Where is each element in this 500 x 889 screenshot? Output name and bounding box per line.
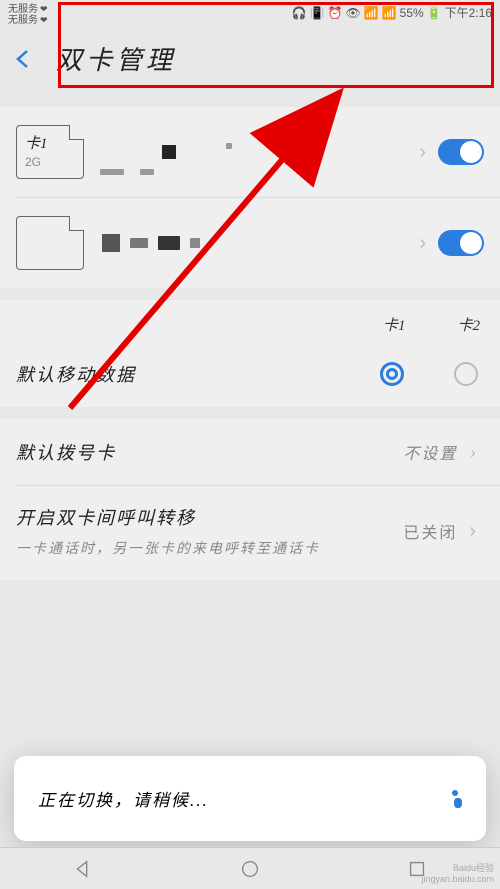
default-data-section: 卡1 卡2 默认移动数据 xyxy=(0,300,500,407)
chevron-right-icon: › xyxy=(419,232,426,255)
heart-icon: ❤ xyxy=(40,5,48,15)
default-dial-label: 默认拨号卡 xyxy=(16,439,403,465)
default-data-card2-radio[interactable] xyxy=(454,362,478,386)
headphones-icon: 🎧 xyxy=(292,6,307,20)
card1-header: 卡1 xyxy=(383,314,406,335)
call-forward-title: 开启双卡间呼叫转移 xyxy=(16,504,403,530)
default-dial-section: 默认拨号卡 不设置 › 开启双卡间呼叫转移 一卡通话时，另一张卡的来电呼转至通话… xyxy=(0,419,500,580)
spinner-icon xyxy=(444,790,462,808)
sim-column-headers: 卡1 卡2 xyxy=(0,300,500,341)
heart-icon: ❤ xyxy=(40,16,48,26)
chevron-right-icon: › xyxy=(419,141,426,164)
default-mobile-data-row: 默认移动数据 xyxy=(0,341,500,407)
wifi-icon: 📶 xyxy=(364,6,379,20)
sim2-info xyxy=(102,234,411,252)
nav-home-icon[interactable] xyxy=(239,858,261,880)
sim2-card-icon xyxy=(16,216,84,270)
call-forward-row[interactable]: 开启双卡间呼叫转移 一卡通话时，另一张卡的来电呼转至通话卡 已关闭 › xyxy=(0,486,500,580)
chevron-right-icon: › xyxy=(469,520,476,543)
default-dial-value: 不设置 xyxy=(403,440,457,464)
sim1-card-icon: 卡1 2G xyxy=(16,125,84,179)
page-title: 双卡管理 xyxy=(56,40,176,77)
back-icon[interactable] xyxy=(12,47,36,71)
default-mobile-data-label: 默认移动数据 xyxy=(16,361,380,387)
call-forward-desc: 一卡通话时，另一张卡的来电呼转至通话卡 xyxy=(16,538,403,558)
default-dial-row[interactable]: 默认拨号卡 不设置 › xyxy=(0,419,500,485)
vibrate-icon: 📳 xyxy=(310,6,325,20)
battery-percent: 55% xyxy=(400,6,424,20)
default-data-card1-radio[interactable] xyxy=(380,362,404,386)
watermark: Baidu经验 jingyan.baidu.com xyxy=(421,863,494,885)
toast-message: 正在切换，请稍候... xyxy=(38,786,209,811)
clock-text: 下午2:16 xyxy=(445,4,492,21)
eye-icon: 👁 xyxy=(346,6,361,20)
status-bar: 无服务 ❤ 无服务 ❤ 🎧 📳 ⏰ 👁 📶 📶 55% 🔋 下午2:16 xyxy=(0,0,500,30)
status-icons: 🎧 📳 ⏰ 👁 📶 📶 55% 🔋 下午2:16 xyxy=(292,4,492,21)
battery-icon: 🔋 xyxy=(427,6,442,20)
sim2-toggle[interactable] xyxy=(438,230,484,256)
status-carrier: 无服务 ❤ 无服务 ❤ xyxy=(8,4,48,26)
call-forward-value: 已关闭 xyxy=(403,519,457,543)
nav-back-icon[interactable] xyxy=(72,858,94,880)
alarm-icon: ⏰ xyxy=(328,6,343,20)
page-header: 双卡管理 xyxy=(0,30,500,95)
sim1-row[interactable]: 卡1 2G › xyxy=(0,107,500,197)
card2-header: 卡2 xyxy=(457,314,480,335)
signal-icon: 📶 xyxy=(382,6,397,20)
sim1-toggle[interactable] xyxy=(438,139,484,165)
sim2-row[interactable]: › xyxy=(0,198,500,288)
switching-toast: 正在切换，请稍候... xyxy=(14,756,486,841)
sim1-info xyxy=(102,145,411,159)
sim-cards-section: 卡1 2G › › xyxy=(0,107,500,288)
chevron-right-icon: › xyxy=(469,441,476,464)
